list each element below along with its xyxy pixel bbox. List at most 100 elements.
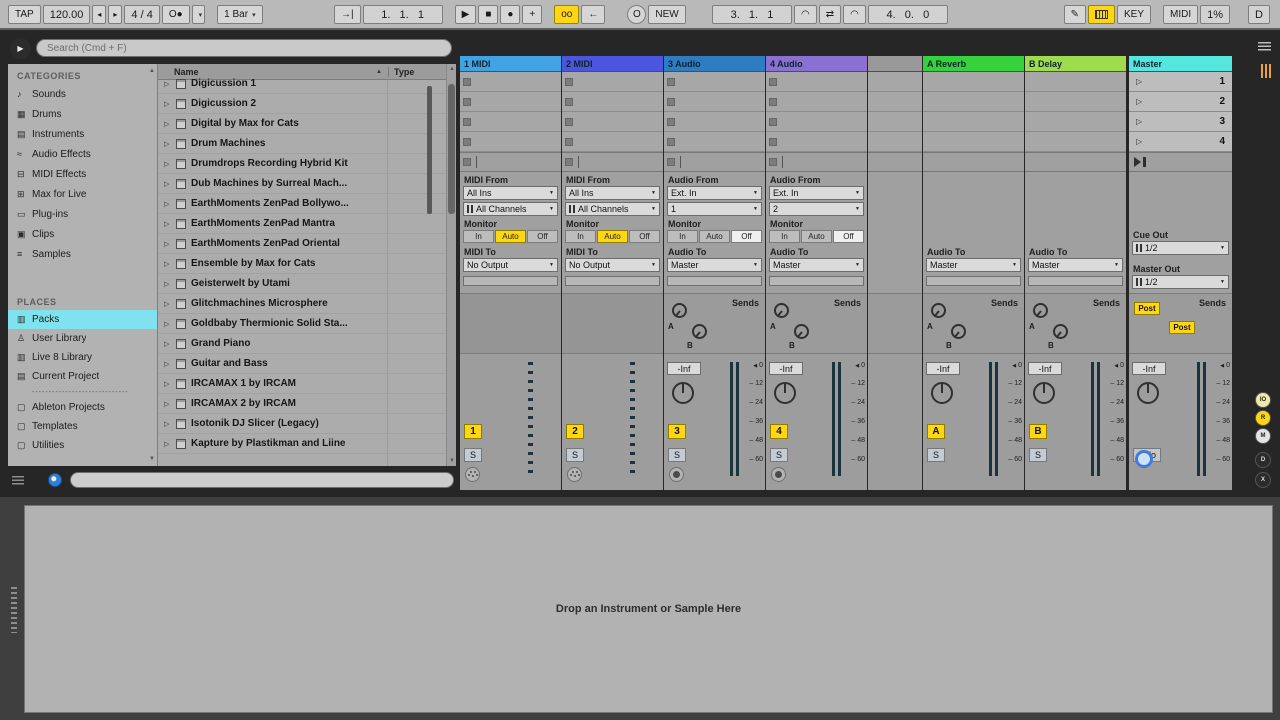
send-a-knob[interactable] xyxy=(931,303,946,318)
clip-slot[interactable] xyxy=(562,132,663,152)
monitor-in-button[interactable]: In xyxy=(463,230,494,243)
clip-stop-button[interactable] xyxy=(460,152,561,172)
browser-list-item[interactable]: ▷ Grand Piano xyxy=(158,334,446,354)
output-chooser[interactable]: No Output xyxy=(463,258,558,272)
expander-icon[interactable]: ▷ xyxy=(164,380,176,388)
monitor-auto-button[interactable]: Auto xyxy=(597,230,628,243)
send-b-knob[interactable] xyxy=(794,324,809,339)
monitor-in-button[interactable]: In xyxy=(565,230,596,243)
clip-slot[interactable] xyxy=(664,132,765,152)
scene-slot[interactable]: ▷ 1 xyxy=(1129,72,1232,92)
monitor-off-button[interactable]: Off xyxy=(731,230,762,243)
clip-slot[interactable] xyxy=(766,132,867,152)
key-map-button[interactable]: KEY xyxy=(1117,5,1152,24)
stop-all-clips-button[interactable] xyxy=(1129,152,1232,172)
volume-display[interactable]: -Inf xyxy=(1132,362,1166,375)
track-delay-field[interactable] xyxy=(926,276,1021,286)
expander-icon[interactable]: ▷ xyxy=(164,440,176,448)
clip-stop-button[interactable] xyxy=(562,152,663,172)
track-header[interactable]: 2 MIDI xyxy=(562,56,663,72)
show-crossfader-toggle[interactable]: X xyxy=(1255,472,1271,488)
time-signature-display[interactable]: 4 / 4 xyxy=(124,5,160,24)
browser-list-item[interactable]: ▷ Goldbaby Thermionic Solid Sta... xyxy=(158,314,446,334)
loop-start-display[interactable]: 3. 1. 1 xyxy=(712,5,792,24)
send-b-post-toggle[interactable]: Post xyxy=(1169,321,1195,334)
scene-play-icon[interactable]: ▷ xyxy=(1136,77,1142,86)
menu-icon[interactable] xyxy=(1258,42,1271,51)
send-b-knob[interactable] xyxy=(951,324,966,339)
expander-icon[interactable]: ▷ xyxy=(164,340,176,348)
input-channel-chooser[interactable]: 2 xyxy=(769,202,864,216)
scene-slot[interactable]: ▷ 4 xyxy=(1129,132,1232,152)
pan-knob[interactable] xyxy=(774,382,796,404)
track-header[interactable]: 4 Audio xyxy=(766,56,867,72)
track-header[interactable]: Master xyxy=(1129,56,1232,72)
expander-icon[interactable]: ▷ xyxy=(164,220,176,228)
place-item[interactable]: ▢ Templates xyxy=(8,417,157,436)
browser-list-item[interactable]: ▷ EarthMoments ZenPad Oriental xyxy=(158,234,446,254)
automation-arm-button[interactable]: oo xyxy=(554,5,580,24)
send-a-post-toggle[interactable]: Post xyxy=(1134,302,1160,315)
browser-list-item[interactable]: ▷ Dub Machines by Surreal Mach... xyxy=(158,174,446,194)
search-input[interactable] xyxy=(36,39,452,57)
scene-play-icon[interactable]: ▷ xyxy=(1136,117,1142,126)
track-header[interactable]: A Reverb xyxy=(923,56,1024,72)
expander-icon[interactable]: ▷ xyxy=(164,200,176,208)
punch-out-button[interactable]: ◠ xyxy=(843,5,866,24)
tap-tempo-button[interactable]: TAP xyxy=(8,5,41,24)
volume-display[interactable]: -Inf xyxy=(769,362,803,375)
volume-display[interactable]: -Inf xyxy=(1028,362,1062,375)
nudge-down-button[interactable]: ◂ xyxy=(92,5,107,24)
browser-list-item[interactable]: ▷ Kapture by Plastikman and Liine xyxy=(158,434,446,454)
show-io-toggle[interactable]: IO xyxy=(1255,392,1271,408)
cue-out-chooser[interactable]: 1/2 xyxy=(1132,241,1229,255)
monitor-auto-button[interactable]: Auto xyxy=(699,230,730,243)
midi-overdub-button[interactable]: + xyxy=(522,5,543,24)
expander-icon[interactable]: ▷ xyxy=(164,100,176,108)
reenable-automation-button[interactable]: ← xyxy=(581,5,606,24)
send-a-knob[interactable] xyxy=(672,303,687,318)
browser-list-item[interactable]: ▷ IRCAMAX 2 by IRCAM xyxy=(158,394,446,414)
clip-slot[interactable] xyxy=(460,132,561,152)
category-item[interactable]: ⊞ Max for Live xyxy=(8,184,157,204)
punch-in-button[interactable]: ◠ xyxy=(794,5,817,24)
expander-icon[interactable]: ▷ xyxy=(164,360,176,368)
arm-button[interactable] xyxy=(771,467,786,482)
monitor-off-button[interactable]: Off xyxy=(833,230,864,243)
category-item[interactable]: ▤ Instruments xyxy=(8,124,157,144)
monitor-auto-button[interactable]: Auto xyxy=(495,230,526,243)
solo-button[interactable]: S xyxy=(464,448,482,462)
monitor-in-button[interactable]: In xyxy=(667,230,698,243)
category-item[interactable]: ≡ Samples xyxy=(8,244,157,264)
expander-icon[interactable]: ▷ xyxy=(164,300,176,308)
track-header[interactable]: 3 Audio xyxy=(664,56,765,72)
monitor-in-button[interactable]: In xyxy=(769,230,800,243)
clip-slot[interactable] xyxy=(766,112,867,132)
browser-list-item[interactable]: ▷ Isotonik DJ Slicer (Legacy) xyxy=(158,414,446,434)
place-item[interactable]: ▥ Live 8 Library xyxy=(8,348,157,367)
arm-button[interactable] xyxy=(669,467,684,482)
category-item[interactable]: ⊟ MIDI Effects xyxy=(8,164,157,184)
browser-list-item[interactable]: ▷ Digicussion 1 xyxy=(158,74,446,94)
category-item[interactable]: ≈ Audio Effects xyxy=(8,144,157,164)
browser-list-item[interactable]: ▷ EarthMoments ZenPad Mantra xyxy=(158,214,446,234)
output-chooser[interactable]: Master xyxy=(769,258,864,272)
expander-icon[interactable]: ▷ xyxy=(164,260,176,268)
expander-icon[interactable]: ▷ xyxy=(164,320,176,328)
send-b-knob[interactable] xyxy=(1053,324,1068,339)
solo-button[interactable]: S xyxy=(927,448,945,462)
place-item[interactable]: ♙ User Library xyxy=(8,329,157,348)
category-item[interactable]: ▣ Clips xyxy=(8,224,157,244)
browser-list-item[interactable]: ▷ Ensemble by Max for Cats xyxy=(158,254,446,274)
track-delay-field[interactable] xyxy=(1028,276,1123,286)
output-chooser[interactable]: Master xyxy=(1028,258,1123,272)
clip-stop-button[interactable] xyxy=(766,152,867,172)
loop-length-display[interactable]: 4. 0. 0 xyxy=(867,5,948,24)
category-item[interactable]: ♪ Sounds xyxy=(8,84,157,104)
expander-icon[interactable]: ▷ xyxy=(164,80,176,88)
midi-map-button[interactable]: MIDI xyxy=(1163,5,1199,24)
record-button[interactable]: ● xyxy=(500,5,521,24)
expander-icon[interactable]: ▷ xyxy=(164,180,176,188)
track-delay-field[interactable] xyxy=(565,276,660,286)
follow-button[interactable]: →| xyxy=(334,5,361,24)
